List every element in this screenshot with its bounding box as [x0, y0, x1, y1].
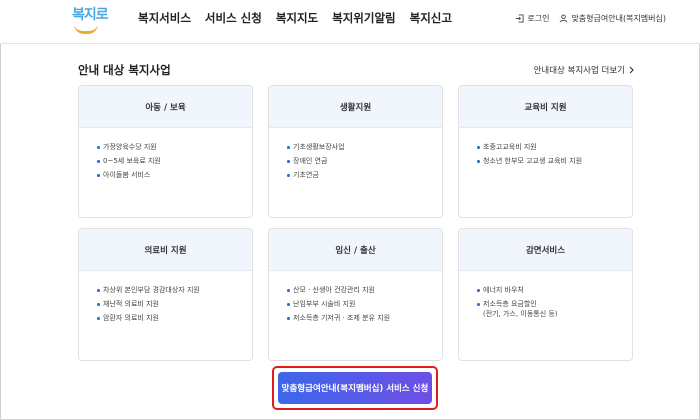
- card-pregnancy-birth[interactable]: 임신 / 출산 산모 · 신생아 건강관리 지원 난임부부 시술비 지원 저소득…: [268, 228, 443, 361]
- logo[interactable]: 복지로: [72, 4, 112, 38]
- list-item[interactable]: 산모 · 신생아 건강관리 지원: [287, 283, 442, 297]
- list-item[interactable]: 에너지 바우처: [477, 283, 632, 297]
- card-child-care[interactable]: 아동 / 보육 가정양육수당 지원 0~5세 보육료 지원 아이돌봄 서비스: [78, 85, 253, 218]
- card-living-support[interactable]: 생활지원 기초생활보장사업 장애인 연금 기초연금: [268, 85, 443, 218]
- nav-item-welfare-report[interactable]: 복지신고: [410, 10, 452, 26]
- list-item[interactable]: 장애인 연금: [287, 154, 442, 168]
- card-discount-services[interactable]: 감면서비스 에너지 바우처 저소득층 요금할인 (전기, 가스, 이동통신 등): [458, 228, 633, 361]
- list-item[interactable]: 초중고교육비 지원: [477, 140, 632, 154]
- card-item-list: 기초생활보장사업 장애인 연금 기초연금: [269, 128, 442, 182]
- card-education-support[interactable]: 교육비 지원 초중고교육비 지원 청소년 한부모 고교생 교육비 지원: [458, 85, 633, 218]
- membership-link[interactable]: 맞춤형급여안내(복지멤버십): [559, 13, 666, 24]
- card-title: 감면서비스: [459, 229, 632, 271]
- membership-apply-button[interactable]: 맞춤형급여안내(복지멤버십) 서비스 신청: [278, 372, 432, 404]
- list-item[interactable]: 난임부부 시술비 지원: [287, 297, 442, 311]
- card-item-list: 초중고교육비 지원 청소년 한부모 고교생 교육비 지원: [459, 128, 632, 168]
- card-title: 아동 / 보육: [79, 86, 252, 128]
- more-link[interactable]: 안내대상 복지사업 더보기: [534, 64, 634, 76]
- card-title: 임신 / 출산: [269, 229, 442, 271]
- list-item[interactable]: 저소득층 기저귀 · 조제 분유 지원: [287, 311, 442, 325]
- user-icon: [560, 14, 568, 23]
- list-item[interactable]: 차상위 본인부담 경감대상자 지원: [97, 283, 252, 297]
- cta-highlight-box: 맞춤형급여안내(복지멤버십) 서비스 신청: [272, 366, 438, 410]
- logo-text: 복지로: [72, 7, 109, 23]
- main-nav: 복지서비스 서비스 신청 복지지도 복지위기알림 복지신고: [138, 10, 452, 26]
- nav-item-welfare-services[interactable]: 복지서비스: [138, 10, 191, 26]
- card-item-list: 산모 · 신생아 건강관리 지원 난임부부 시술비 지원 저소득층 기저귀 · …: [269, 271, 442, 325]
- card-title: 생활지원: [269, 86, 442, 128]
- card-item-list: 에너지 바우처 저소득층 요금할인 (전기, 가스, 이동통신 등): [459, 271, 632, 321]
- logo-smile-icon: [74, 24, 98, 34]
- login-link[interactable]: 로그인: [515, 13, 549, 24]
- list-item[interactable]: 암환자 의료비 지원: [97, 311, 252, 325]
- site-header: 복지로 복지서비스 서비스 신청 복지지도 복지위기알림 복지신고 로그인 맞춤…: [0, 0, 700, 44]
- list-item[interactable]: 0~5세 보육료 지원: [97, 154, 252, 168]
- list-item[interactable]: 기초생활보장사업: [287, 140, 442, 154]
- list-item[interactable]: 아이돌봄 서비스: [97, 168, 252, 182]
- nav-item-service-apply[interactable]: 서비스 신청: [205, 10, 262, 26]
- card-title: 의료비 지원: [79, 229, 252, 271]
- list-item[interactable]: 청소년 한부모 고교생 교육비 지원: [477, 154, 632, 168]
- list-item[interactable]: 재난적 의료비 지원: [97, 297, 252, 311]
- list-item[interactable]: 가정양육수당 지원: [97, 140, 252, 154]
- list-item[interactable]: 기초연금: [287, 168, 442, 182]
- section-title: 안내 대상 복지사업: [78, 63, 171, 77]
- membership-label: 맞춤형급여안내(복지멤버십): [571, 14, 666, 23]
- card-item-list: 차상위 본인부담 경감대상자 지원 재난적 의료비 지원 암환자 의료비 지원: [79, 271, 252, 325]
- more-link-label: 안내대상 복지사업 더보기: [533, 66, 625, 76]
- nav-item-crisis-alert[interactable]: 복지위기알림: [332, 10, 395, 26]
- list-item-subnote: (전기, 가스, 이동통신 등): [483, 310, 558, 318]
- card-medical-support[interactable]: 의료비 지원 차상위 본인부담 경감대상자 지원 재난적 의료비 지원 암환자 …: [78, 228, 253, 361]
- login-label: 로그인: [527, 14, 550, 23]
- chevron-right-icon: [629, 66, 634, 74]
- card-item-list: 가정양육수당 지원 0~5세 보육료 지원 아이돌봄 서비스: [79, 128, 252, 182]
- utility-menu: 로그인 맞춤형급여안내(복지멤버십): [515, 13, 666, 24]
- nav-item-welfare-map[interactable]: 복지지도: [276, 10, 318, 26]
- card-title: 교육비 지원: [459, 86, 632, 128]
- login-icon: [516, 14, 524, 23]
